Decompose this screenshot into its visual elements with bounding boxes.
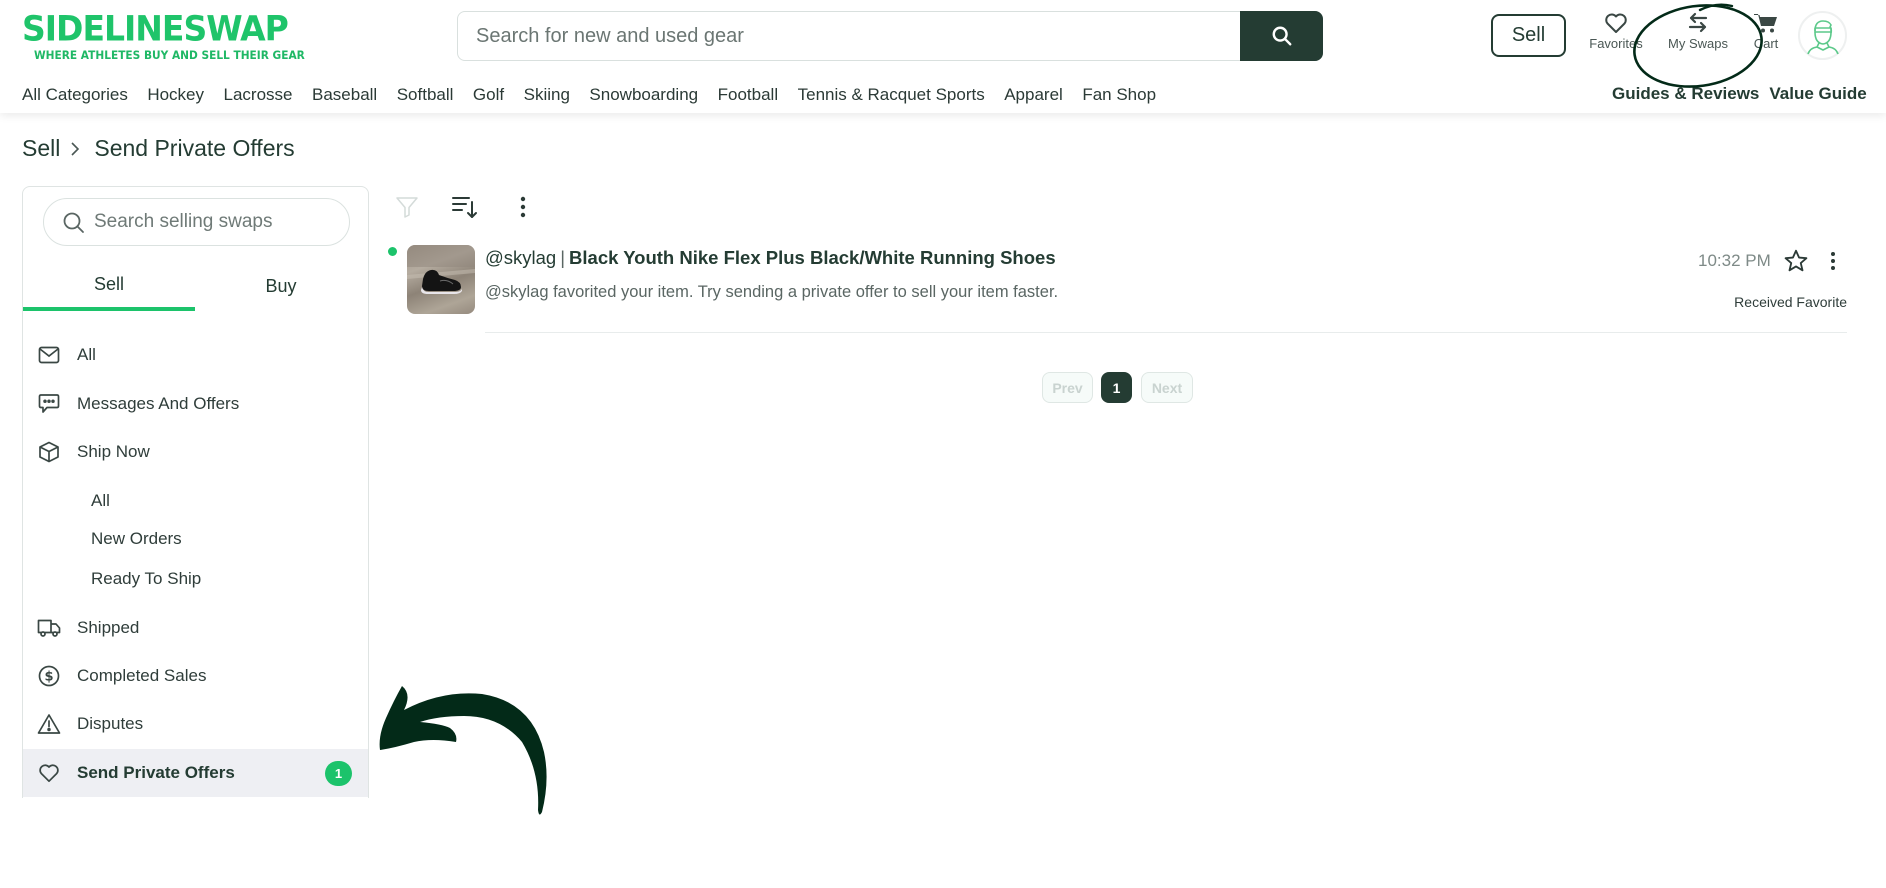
logo-tagline: WHERE ATHLETES BUY AND SELL THEIR GEAR bbox=[34, 48, 305, 62]
filter-icon bbox=[396, 197, 418, 218]
category-hockey[interactable]: Hockey bbox=[147, 85, 204, 107]
pagination-prev[interactable]: Prev bbox=[1042, 372, 1093, 403]
swap-list-item[interactable]: @skylag | Black Youth Nike Flex Plus Black… bbox=[385, 240, 1850, 334]
cart-label: Cart bbox=[1753, 36, 1779, 51]
sidebar-item-completed-sales[interactable]: $ Completed Sales bbox=[23, 652, 368, 700]
my-swaps-label: My Swaps bbox=[1668, 36, 1728, 51]
sidebar-item-label: All bbox=[77, 345, 96, 364]
sidebar-item-ship-now[interactable]: Ship Now bbox=[23, 428, 368, 476]
sidebar-item-label: All bbox=[91, 491, 110, 510]
kebab-icon bbox=[520, 196, 526, 218]
sidelineswap-logo[interactable]: SIDELINESWAP WHERE ATHLETES BUY AND SELL… bbox=[22, 8, 305, 64]
item-more-button[interactable] bbox=[1821, 246, 1845, 276]
logo-wordmark: SIDELINESWAP bbox=[22, 8, 289, 49]
box-icon bbox=[37, 440, 61, 464]
item-message: @skylag favorited your item. Try sending… bbox=[485, 283, 1059, 301]
cart-icon bbox=[1754, 14, 1777, 33]
sort-button[interactable] bbox=[450, 192, 480, 222]
sidebar-item-disputes[interactable]: Disputes bbox=[23, 700, 368, 748]
filter-button[interactable] bbox=[392, 192, 422, 222]
chevron-right-icon bbox=[70, 138, 84, 160]
category-skiing[interactable]: Skiing bbox=[524, 85, 570, 107]
item-title[interactable]: @skylag | Black Youth Nike Flex Plus Black… bbox=[485, 247, 1056, 269]
category-lacrosse[interactable]: Lacrosse bbox=[224, 85, 293, 107]
sidebar-item-messages-and-offers[interactable]: Messages And Offers bbox=[23, 380, 368, 428]
selling-swaps-search-input[interactable] bbox=[94, 199, 344, 244]
category-golf[interactable]: Golf bbox=[473, 85, 504, 107]
category-fan-shop[interactable]: Fan Shop bbox=[1082, 85, 1156, 107]
user-avatar[interactable] bbox=[1798, 11, 1847, 60]
site-header: SIDELINESWAP WHERE ATHLETES BUY AND SELL… bbox=[0, 0, 1886, 113]
guides-nav: Guides & Reviews Value Guide bbox=[1612, 84, 1877, 104]
sidebar-item-all[interactable]: All bbox=[23, 331, 368, 379]
sidebar-item-shipped[interactable]: Shipped bbox=[23, 604, 368, 652]
truck-icon bbox=[37, 616, 61, 640]
tab-sell[interactable]: Sell bbox=[23, 261, 195, 311]
item-timestamp: 10:32 PM bbox=[1698, 251, 1771, 270]
search-icon bbox=[1272, 26, 1291, 46]
item-status: Received Favorite bbox=[1734, 294, 1847, 310]
shoe-image bbox=[407, 245, 475, 294]
cart-button[interactable]: Cart bbox=[1748, 12, 1784, 51]
category-all[interactable]: All Categories bbox=[22, 85, 128, 107]
sidebar-item-label: Messages And Offers bbox=[77, 394, 240, 413]
item-username: @skylag bbox=[485, 247, 557, 268]
list-divider bbox=[485, 332, 1847, 333]
sell-button[interactable]: Sell bbox=[1491, 14, 1566, 57]
sidebar-item-send-private-offers[interactable]: Send Private Offers 1 bbox=[23, 749, 368, 797]
heart-icon bbox=[37, 761, 61, 785]
item-name: Black Youth Nike Flex Plus Black/White R… bbox=[569, 247, 1056, 268]
heart-icon bbox=[1605, 13, 1627, 33]
sort-icon bbox=[452, 197, 477, 218]
search-button[interactable] bbox=[1240, 11, 1323, 61]
sidebar-item-label: Ready To Ship bbox=[91, 569, 202, 588]
category-nav: All Categories Hockey Lacrosse Baseball … bbox=[22, 85, 1176, 107]
more-options-button[interactable] bbox=[508, 192, 538, 222]
svg-text:$: $ bbox=[44, 670, 53, 685]
pagination-next[interactable]: Next bbox=[1141, 372, 1193, 403]
envelope-icon bbox=[37, 343, 61, 367]
favorites-label: Favorites bbox=[1589, 36, 1643, 51]
category-football[interactable]: Football bbox=[718, 85, 778, 107]
pagination-page-1[interactable]: 1 bbox=[1101, 372, 1132, 403]
star-button[interactable] bbox=[1781, 246, 1811, 276]
swap-arrows-icon bbox=[1688, 12, 1708, 33]
breadcrumb-current: Send Private Offers bbox=[94, 135, 295, 161]
category-tennis[interactable]: Tennis & Racquet Sports bbox=[798, 85, 985, 107]
sidebar-subitem-ready-to-ship[interactable]: Ready To Ship bbox=[23, 555, 368, 603]
swaps-sidebar: Sell Buy All Messages And Offers Ship No… bbox=[22, 186, 369, 798]
sidebar-item-label: Ship Now bbox=[77, 442, 150, 461]
sidebar-item-label: Send Private Offers bbox=[77, 763, 235, 782]
tab-buy[interactable]: Buy bbox=[195, 261, 367, 311]
category-softball[interactable]: Softball bbox=[397, 85, 454, 107]
unread-indicator bbox=[388, 247, 397, 256]
sidebar-item-label: Shipped bbox=[77, 618, 140, 637]
category-snowboarding[interactable]: Snowboarding bbox=[589, 85, 698, 107]
my-swaps-button[interactable]: My Swaps bbox=[1660, 12, 1736, 51]
breadcrumb-sell[interactable]: Sell bbox=[22, 135, 60, 162]
value-guide-link[interactable]: Value Guide bbox=[1769, 84, 1866, 104]
category-baseball[interactable]: Baseball bbox=[312, 85, 377, 107]
athlete-avatar-icon bbox=[1806, 19, 1839, 54]
title-separator: | bbox=[560, 247, 566, 268]
search-icon bbox=[63, 212, 84, 233]
sidebar-item-label: New Orders bbox=[91, 529, 182, 548]
warning-triangle-icon bbox=[37, 712, 61, 736]
kebab-icon bbox=[1831, 252, 1835, 270]
dollar-circle-icon: $ bbox=[37, 664, 61, 688]
annotation-arrow-icon bbox=[379, 686, 547, 815]
site-search bbox=[457, 11, 1323, 61]
chat-bubble-icon bbox=[37, 392, 61, 416]
breadcrumb: Sell Send Private Offers bbox=[22, 135, 295, 162]
selling-swaps-search bbox=[43, 198, 350, 246]
item-thumbnail[interactable] bbox=[407, 245, 475, 314]
count-badge: 1 bbox=[325, 760, 352, 786]
guides-reviews-link[interactable]: Guides & Reviews bbox=[1612, 84, 1759, 104]
star-icon bbox=[1784, 249, 1808, 272]
sidebar-item-label: Disputes bbox=[77, 714, 144, 733]
site-search-input[interactable] bbox=[458, 12, 1241, 60]
sidebar-item-label: Completed Sales bbox=[77, 666, 207, 685]
favorites-button[interactable]: Favorites bbox=[1585, 12, 1647, 51]
category-apparel[interactable]: Apparel bbox=[1004, 85, 1063, 107]
